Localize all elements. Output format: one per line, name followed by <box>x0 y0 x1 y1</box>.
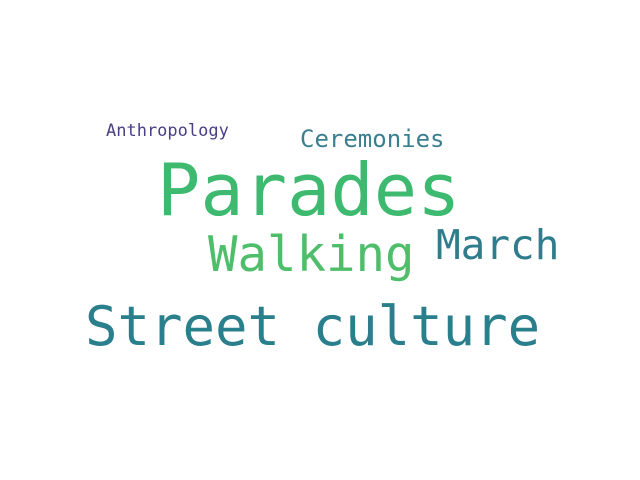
word-walking: Walking <box>208 226 415 283</box>
word-street-culture: Street culture <box>85 295 541 358</box>
word-anthropology: Anthropology <box>106 121 229 141</box>
word-march: March <box>436 221 560 269</box>
word-parades: Parades <box>157 148 461 232</box>
word-cloud: Anthropology Ceremonies Parades Walking … <box>0 0 640 480</box>
